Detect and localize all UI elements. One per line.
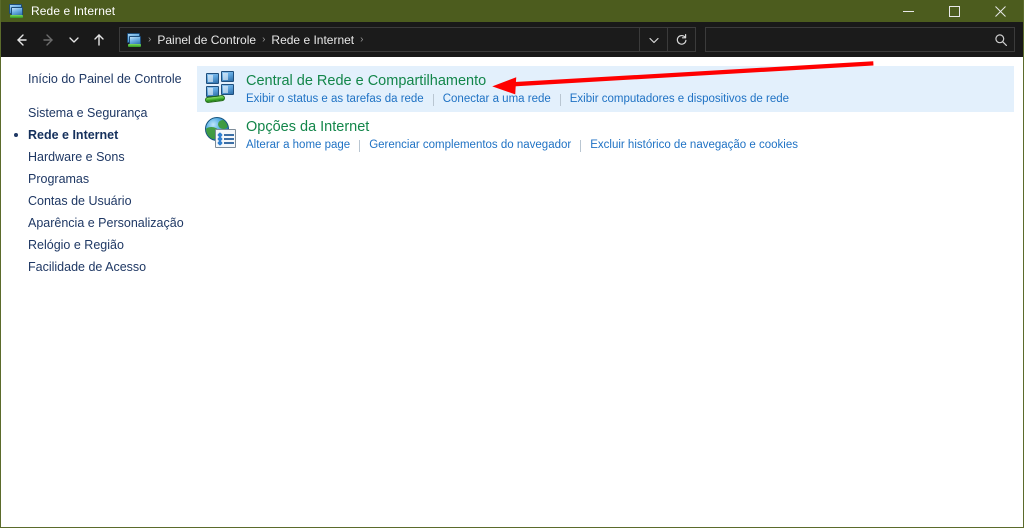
sidebar-item-contas-de-usuario[interactable]: Contas de Usuário [1, 190, 197, 212]
category-network-sharing-center[interactable]: Central de Rede e Compartilhamento Exibi… [197, 66, 1014, 112]
link-alterar-home-page[interactable]: Alterar a home page [246, 138, 350, 153]
link-exibir-computadores-dispositivos[interactable]: Exibir computadores e dispositivos de re… [570, 92, 789, 107]
up-button[interactable] [85, 26, 113, 54]
search-icon[interactable] [988, 28, 1014, 51]
link-separator [559, 93, 561, 106]
minimize-button[interactable] [885, 0, 931, 22]
search-box[interactable] [705, 27, 1015, 52]
breadcrumb-item-1[interactable]: Rede e Internet [268, 31, 357, 49]
link-separator [432, 93, 434, 106]
sidebar-item-facilidade-de-acesso[interactable]: Facilidade de Acesso [1, 256, 197, 278]
sidebar-item-hardware-e-sons[interactable]: Hardware e Sons [1, 146, 197, 168]
link-exibir-status-tarefas-rede[interactable]: Exibir o status e as tarefas da rede [246, 92, 424, 107]
recent-locations-button[interactable] [63, 26, 85, 54]
title-bar: Rede e Internet [1, 0, 1023, 22]
category-links-internet-options: Alterar a home page Gerenciar complement… [246, 138, 1014, 153]
network-sharing-center-icon [204, 71, 237, 104]
window-body: Início do Painel de Controle Sistema e S… [1, 57, 1023, 527]
search-input[interactable] [706, 28, 988, 51]
breadcrumb-item-0[interactable]: Painel de Controle [154, 31, 259, 49]
link-conectar-a-uma-rede[interactable]: Conectar a uma rede [443, 92, 551, 107]
breadcrumb-separator-2: › [360, 34, 364, 45]
category-text-group: Central de Rede e Compartilhamento Exibi… [246, 71, 1014, 107]
breadcrumb-separator-0: › [148, 34, 152, 45]
window-title: Rede e Internet [31, 4, 116, 18]
breadcrumb-separator-1: › [262, 34, 266, 45]
category-links-network-sharing-center: Exibir o status e as tarefas da rede Con… [246, 92, 1014, 107]
sidebar-item-sistema-e-seguranca[interactable]: Sistema e Segurança [1, 102, 197, 124]
category-list: Central de Rede e Compartilhamento Exibi… [197, 57, 1023, 527]
maximize-button[interactable] [931, 0, 977, 22]
close-button[interactable] [977, 0, 1023, 22]
sidebar-item-home[interactable]: Início do Painel de Controle [1, 69, 197, 89]
internet-options-icon [205, 117, 237, 149]
sidebar: Início do Painel de Controle Sistema e S… [1, 57, 197, 527]
control-panel-icon [126, 32, 142, 48]
address-bar[interactable]: › Painel de Controle › Rede e Internet › [119, 27, 696, 52]
link-gerenciar-complementos-navegador[interactable]: Gerenciar complementos do navegador [369, 138, 571, 153]
network-computer-icon [8, 3, 24, 19]
window-controls [885, 0, 1023, 22]
chevron-down-icon[interactable] [639, 28, 667, 51]
link-separator [359, 139, 361, 152]
navigation-bar: › Painel de Controle › Rede e Internet › [1, 22, 1023, 57]
sidebar-item-programas[interactable]: Programas [1, 168, 197, 190]
control-panel-window: Rede e Internet › Painel de Controle › R… [0, 0, 1024, 528]
link-separator [580, 139, 582, 152]
refresh-icon[interactable] [667, 28, 695, 51]
category-title-internet-options[interactable]: Opções da Internet [246, 118, 369, 136]
sidebar-item-relogio-e-regiao[interactable]: Relógio e Região [1, 234, 197, 256]
sidebar-item-rede-e-internet[interactable]: Rede e Internet [1, 124, 197, 146]
category-title-network-sharing-center[interactable]: Central de Rede e Compartilhamento [246, 72, 486, 90]
link-excluir-historico-navegacao-cookies[interactable]: Excluir histórico de navegação e cookies [590, 138, 798, 153]
address-bar-actions [639, 28, 695, 51]
category-text-group: Opções da Internet Alterar a home page G… [246, 117, 1014, 153]
category-internet-options[interactable]: Opções da Internet Alterar a home page G… [197, 112, 1014, 158]
forward-button[interactable] [35, 26, 63, 54]
sidebar-item-aparencia-e-personalizacao[interactable]: Aparência e Personalização [1, 212, 197, 234]
breadcrumb: › Painel de Controle › Rede e Internet › [120, 31, 639, 49]
back-button[interactable] [7, 26, 35, 54]
